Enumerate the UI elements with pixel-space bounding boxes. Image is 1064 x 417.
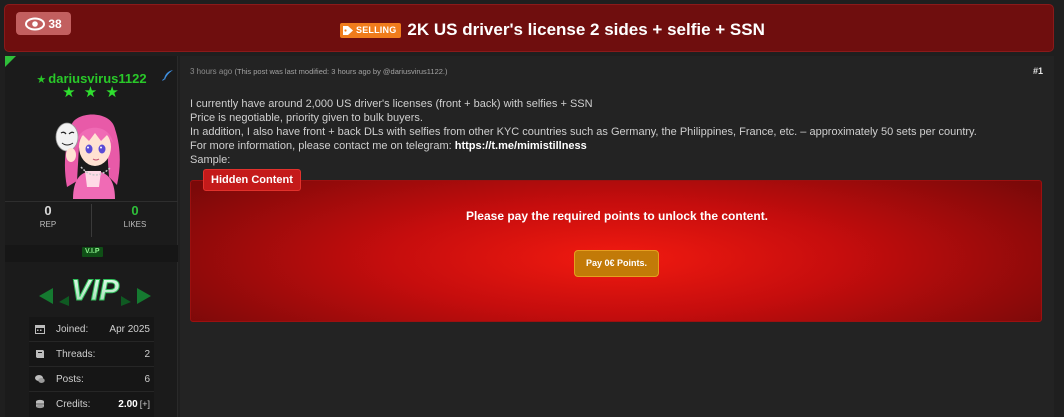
post: 3 hours ago (This post was last modified… [180,56,1054,417]
info-row-posts[interactable]: Posts: 6 [29,367,154,392]
tag-icon [343,25,353,35]
info-value: 6 [144,374,150,385]
selling-tag[interactable]: SELLING [340,22,402,38]
info-value: Apr 2025 [109,324,150,335]
book-icon [36,350,44,358]
rep-value: 0 [44,203,52,218]
post-line-contact: For more information, please contact me … [190,139,1040,153]
vip-logo: VIP [39,274,151,308]
info-row-joined: Joined: Apr 2025 [29,317,154,342]
likes-value: 0 [131,203,139,218]
user-info-box: Joined: Apr 2025 Threads: 2 Posts: 6 Cre… [29,317,154,417]
post-number[interactable]: #1 [1033,66,1043,76]
divider [5,201,178,202]
info-value-credits: 2.00 [+] [118,399,150,410]
post-body: I currently have around 2,000 US driver'… [190,97,1040,167]
online-indicator [5,56,16,67]
info-value: 2 [144,349,150,360]
post-meta: 3 hours ago (This post was last modified… [190,67,448,76]
thread-title: 2K US driver's license 2 sides + selfie … [407,20,765,39]
hidden-content-box: Hidden Content Please pay the required p… [190,169,1042,322]
likes-label: LIKES [123,220,147,229]
user-stats: 0 REP 0 LIKES [5,204,178,244]
post-line: Price is negotiable, priority given to b… [190,112,423,124]
post-line: In addition, I also have front + back DL… [190,126,977,138]
credits-value: 2.00 [118,399,138,410]
eye-icon [25,17,46,30]
post-time[interactable]: 3 hours ago [190,67,232,76]
post-line: For more information, please contact me … [190,140,455,152]
pay-points-button[interactable]: Pay 0€ Points. [574,250,659,277]
info-key: Credits: [56,399,91,410]
rep-label: REP [39,220,57,229]
rep-stat[interactable]: 0 REP [5,203,91,230]
thread-title-bar: 38 SELLING 2K US driver's license 2 side… [4,4,1054,52]
views-count: 38 [48,16,62,31]
calendar-icon [35,325,45,334]
add-credits-link[interactable]: [+] [140,399,150,409]
user-panel: ★ dariusvirus1122 ★ ★ ★ 0 REP 0 LIKES V.… [5,56,178,417]
vip-logo-text: VIP [71,274,120,307]
views-badge: 38 [16,12,71,35]
vip-badge: V.I.P [82,247,103,257]
likes-stat[interactable]: 0 LIKES [92,203,178,230]
info-key: Posts: [56,374,84,385]
coins-icon [36,399,44,409]
post-line: I currently have around 2,000 US driver'… [190,98,593,110]
info-key: Joined: [56,324,89,335]
post-modified-note: (This post was last modified: 3 hours ag… [234,67,448,76]
info-row-credits: Credits: 2.00 [+] [29,392,154,417]
info-key: Threads: [56,349,96,360]
user-stars: ★ ★ ★ [62,84,121,101]
comments-icon [35,375,45,383]
usergroup-strip: V.I.P [5,245,178,262]
feather-icon [162,70,173,81]
info-row-threads[interactable]: Threads: 2 [29,342,154,367]
sample-label: Sample: [190,154,231,166]
telegram-link[interactable]: https://t.me/mimistillness [455,140,587,152]
unlock-message: Please pay the required points to unlock… [465,209,769,223]
avatar[interactable] [51,107,133,199]
hidden-content-label: Hidden Content [203,169,301,191]
selling-tag-label: SELLING [356,25,397,35]
